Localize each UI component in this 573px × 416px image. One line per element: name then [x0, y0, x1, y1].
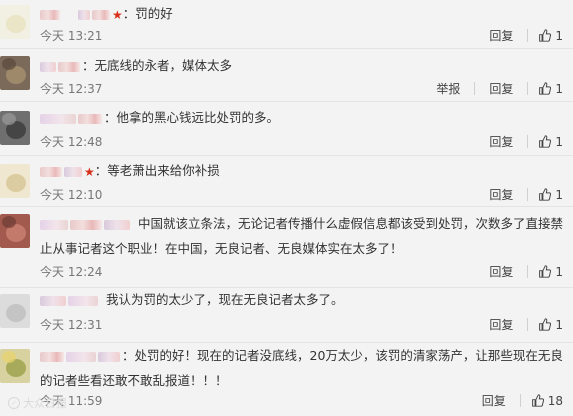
reply-button[interactable]: 回复	[485, 80, 517, 97]
comment-item: 我认为罚的太少了，现在无良记者太多了。 今天 12:31 回复 1	[0, 288, 573, 342]
thumbs-up-icon	[531, 394, 544, 407]
like-count: 1	[555, 187, 563, 202]
thumbs-up-icon	[539, 188, 552, 201]
like-button[interactable]: 1	[538, 29, 563, 43]
like-count: 18	[547, 393, 563, 408]
comment-item: ★：罚的好 今天 13:21 回复 1	[0, 0, 573, 48]
like-count: 1	[555, 264, 563, 279]
comment-item: ：处罚的好！现在的记者没底线，20万太少，该罚的清家荡产，让那些现在无良的记者些…	[0, 343, 573, 416]
like-count: 1	[555, 81, 563, 96]
comment-time: 今天 12:31	[40, 318, 103, 332]
thumbs-up-icon	[539, 135, 552, 148]
like-button[interactable]: 18	[531, 394, 563, 408]
reply-button[interactable]: 回复	[485, 27, 517, 44]
like-count: 1	[555, 317, 563, 332]
comment-text: ：处罚的好！现在的记者没底线，20万太少，该罚的清家荡产，让那些现在无良的记者些…	[40, 348, 563, 388]
avatar[interactable]	[0, 5, 30, 39]
reply-button[interactable]: 回复	[485, 133, 517, 150]
comment-time: 今天 12:37	[40, 82, 103, 96]
reply-button[interactable]: 回复	[485, 263, 517, 280]
comment-time: 今天 12:24	[40, 265, 103, 279]
comment-item: ★：等老萧出来给你补损 今天 12:10 回复 1	[0, 156, 573, 206]
like-button[interactable]: 1	[538, 135, 563, 149]
watermark-text: 大众日报	[23, 397, 67, 410]
comment-item: ：无底线的永者，媒体太多 今天 12:37 举报 回复 1	[0, 49, 573, 101]
thumbs-up-icon	[539, 29, 552, 42]
report-button[interactable]: 举报	[432, 80, 464, 97]
watermark: ✓ 大众日报	[8, 395, 67, 411]
like-count: 1	[555, 28, 563, 43]
avatar[interactable]	[0, 214, 30, 248]
like-button[interactable]: 1	[538, 188, 563, 202]
reply-button[interactable]: 回复	[478, 392, 510, 409]
avatar[interactable]	[0, 111, 30, 145]
comment-text: ★：等老萧出来给你补损	[40, 162, 220, 181]
like-button[interactable]: 1	[538, 82, 563, 96]
thumbs-up-icon	[539, 318, 552, 331]
thumbs-up-icon	[539, 265, 552, 278]
like-button[interactable]: 1	[538, 265, 563, 279]
comment-time: 今天 12:10	[40, 188, 103, 202]
like-count: 1	[555, 134, 563, 149]
reply-button[interactable]: 回复	[485, 316, 517, 333]
comment-time: 今天 12:48	[40, 135, 103, 149]
star-badge-icon: ★	[84, 164, 95, 179]
watermark-logo-icon: ✓	[8, 397, 20, 409]
comment-text: ：无底线的永者，媒体太多	[40, 57, 232, 75]
avatar[interactable]	[0, 56, 30, 90]
avatar[interactable]	[0, 164, 30, 198]
comment-time: 今天 13:21	[40, 29, 103, 43]
avatar[interactable]	[0, 294, 30, 328]
comment-text: ：他拿的黑心钱远比处罚的多。	[40, 109, 279, 127]
thumbs-up-icon	[539, 82, 552, 95]
star-badge-icon: ★	[112, 7, 123, 22]
comment-item: ：他拿的黑心钱远比处罚的多。 今天 12:48 回复 1	[0, 102, 573, 155]
like-button[interactable]: 1	[538, 318, 563, 332]
comment-text: 我认为罚的太少了，现在无良记者太多了。	[40, 291, 344, 309]
comment-item: 中国就该立条法，无论记者传播什么虚假信息都该受到处罚，次数多了直接禁止从事记者这…	[0, 207, 573, 287]
comment-text: ★：罚的好	[40, 5, 173, 24]
reply-button[interactable]: 回复	[485, 186, 517, 203]
comment-list: ★：罚的好 今天 13:21 回复 1 ：无底线的永者，媒体太多 今天 12:3…	[0, 0, 573, 416]
avatar[interactable]	[0, 349, 30, 383]
comment-text: 中国就该立条法，无论记者传播什么虚假信息都该受到处罚，次数多了直接禁止从事记者这…	[40, 216, 564, 256]
